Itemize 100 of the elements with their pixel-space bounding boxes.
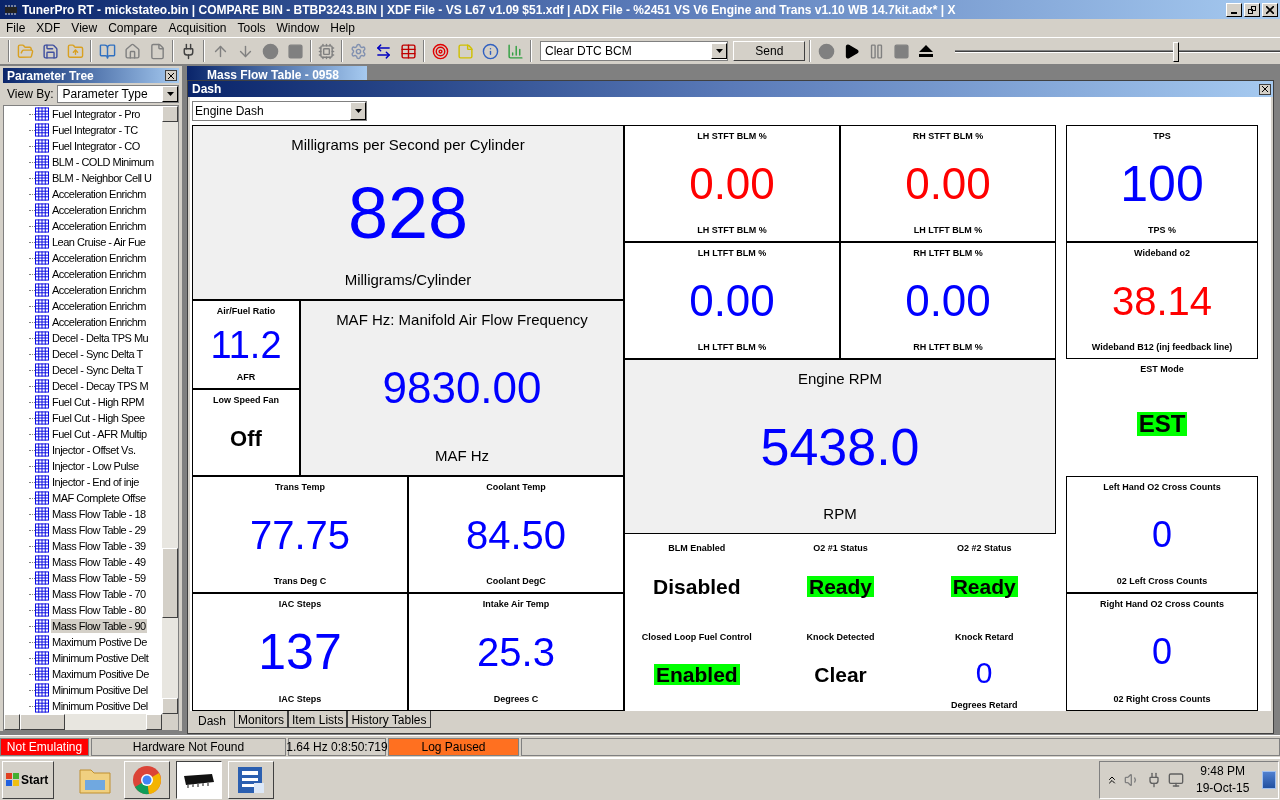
tree-item[interactable]: Minimum Positive Del	[51, 699, 149, 713]
gauge-units: MAF Hz	[434, 445, 490, 466]
tab[interactable]: Item Lists	[288, 711, 348, 728]
caret-icon	[716, 49, 723, 53]
tree-item[interactable]: Maximum Positive De	[51, 667, 150, 681]
tree-item[interactable]: Acceleration Enrichm	[51, 267, 147, 281]
close-button[interactable]	[1259, 83, 1271, 95]
browser-taskbar-icon[interactable]	[124, 760, 170, 799]
tree-item[interactable]: Fuel Cut - AFR Multip	[51, 427, 148, 441]
command-dropdown[interactable]: Clear DTC BCM	[540, 41, 729, 61]
tree-item[interactable]: Mass Flow Table - 80	[51, 603, 147, 617]
table-icon	[35, 635, 49, 649]
tree-item[interactable]: Fuel Integrator - TC	[51, 123, 139, 137]
tree-item[interactable]: Lean Cruise - Air Fue	[51, 235, 147, 249]
slider-thumb[interactable]	[1173, 41, 1180, 62]
send-button[interactable]: Send	[733, 41, 806, 61]
tree-item[interactable]: Injector - Offset Vs.	[51, 443, 137, 457]
tree-item[interactable]: Minimum Positive Del	[51, 683, 149, 697]
gauge-value: 137	[257, 627, 343, 677]
table-icon	[35, 347, 49, 361]
chip-taskbar-icon[interactable]	[176, 760, 222, 799]
tree-item[interactable]: Injector - End of inje	[51, 475, 140, 489]
tree-item[interactable]: Decel - Decay TPS M	[51, 379, 150, 393]
tree-item[interactable]: Acceleration Enrichm	[51, 299, 147, 313]
tree-item[interactable]: Fuel Integrator - CO	[51, 139, 141, 153]
close-icon	[1266, 5, 1274, 14]
tree-item[interactable]: Decel - Delta TPS Mu	[51, 331, 150, 345]
tree-item[interactable]: Fuel Cut - High RPM	[51, 395, 145, 409]
gauge-units: IAC Steps	[278, 692, 322, 706]
tree-item[interactable]: Minimum Postive Delt	[51, 651, 150, 665]
gauge-value: 0	[1151, 516, 1173, 553]
minimize-icon	[1231, 11, 1237, 14]
menu-item[interactable]: Help	[330, 19, 355, 37]
network-icon[interactable]	[1168, 771, 1184, 788]
tree-item[interactable]: BLM - COLD Minimum	[51, 155, 155, 169]
tree-item[interactable]: Acceleration Enrichm	[51, 219, 147, 233]
power-icon[interactable]	[1146, 771, 1162, 788]
gauge-units: Degrees C	[493, 692, 539, 706]
gauge-units: LH STFT BLM %	[697, 223, 767, 237]
menu-item[interactable]: Window	[276, 19, 320, 37]
table-icon	[35, 491, 49, 505]
tree-item[interactable]: Mass Flow Table - 29	[51, 523, 147, 537]
start-button[interactable]: Start	[2, 760, 54, 799]
table-icon	[35, 459, 49, 473]
caret-icon	[354, 109, 362, 113]
status-title: O2 #1 Status	[813, 542, 868, 555]
tree-item[interactable]: Mass Flow Table - 90	[51, 619, 147, 633]
layout-dropdown[interactable]: Engine Dash	[192, 101, 367, 121]
show-desktop-button[interactable]	[1262, 770, 1276, 789]
menu-item[interactable]: Acquisition	[168, 19, 227, 37]
table-icon	[35, 395, 49, 409]
view-by-label: View By:	[6, 86, 54, 103]
tree-item[interactable]: Decel - Sync Delta T	[51, 363, 144, 377]
window-title: TunerPro RT - mickstateo.bin | COMPARE BIN - BTBP3243.BIN | XDF File - VS L67 v1.09 $51.xdf | ADX File - %2451 VS V6 Engine and Trans v1.10 WB 14.7kit.adx* | X	[22, 1, 957, 19]
tab[interactable]: History Tables	[347, 711, 431, 728]
table-icon	[35, 603, 49, 617]
vertical-scrollbar[interactable]	[162, 106, 178, 714]
tree-item[interactable]: Mass Flow Table - 59	[51, 571, 147, 585]
tree-item[interactable]: Injector - Low Pulse	[51, 459, 140, 473]
document-taskbar-icon[interactable]	[228, 760, 274, 799]
gauge-title: Engine RPM	[797, 369, 883, 389]
tree-item[interactable]: Decel - Sync Delta T	[51, 347, 144, 361]
gauge-title: Air/Fuel Ratio	[216, 305, 276, 318]
view-by-dropdown[interactable]: Parameter Type	[57, 85, 179, 103]
background-window-tab[interactable]: Mass Flow Table - 0958	[187, 66, 367, 80]
tree-item[interactable]: Mass Flow Table - 18	[51, 507, 147, 521]
gauge-units: LH LTFT BLM %	[913, 223, 983, 237]
table-icon	[35, 475, 49, 489]
tree-item[interactable]: Maximum Postive De	[51, 635, 148, 649]
gauge-value: 0.00	[904, 161, 992, 206]
status-value: Disabled	[652, 575, 742, 597]
tree-item[interactable]: Acceleration Enrichm	[51, 251, 147, 265]
gauge-title: Intake Air Temp	[482, 598, 550, 611]
horizontal-scrollbar[interactable]	[4, 714, 178, 730]
menu-item[interactable]: Compare	[108, 19, 158, 37]
tree-item[interactable]: MAF Complete Offse	[51, 491, 147, 505]
gauge-title: EST Mode	[1140, 363, 1184, 376]
tree-item[interactable]: Acceleration Enrichm	[51, 187, 147, 201]
tree-item[interactable]: Mass Flow Table - 70	[51, 587, 147, 601]
menu-item[interactable]: View	[71, 19, 98, 37]
dash-title: Dash	[192, 81, 222, 98]
menu-item[interactable]: XDF	[36, 19, 61, 37]
tree-item[interactable]: BLM - Neighbor Cell U	[51, 171, 153, 185]
minimize-button[interactable]	[1226, 2, 1242, 17]
menu-item[interactable]: Tools	[237, 19, 266, 37]
tab[interactable]: Monitors	[234, 711, 289, 728]
tree-item[interactable]: Fuel Cut - High Spee	[51, 411, 146, 425]
tree-item[interactable]: Fuel Integrator - Pro	[51, 107, 141, 121]
tree-item[interactable]: Acceleration Enrichm	[51, 315, 147, 329]
status-segment: 1.64 Hz 0:8:50:719	[288, 737, 386, 756]
table-icon	[35, 619, 49, 633]
status-value: 0	[974, 657, 994, 688]
table-icon	[35, 171, 49, 185]
menu-item[interactable]: File	[6, 19, 26, 37]
tree-item[interactable]: Mass Flow Table - 49	[51, 555, 147, 569]
tree-item[interactable]: Acceleration Enrichm	[51, 283, 147, 297]
restore-button[interactable]	[1244, 2, 1260, 17]
close-button[interactable]	[165, 70, 177, 81]
tree-item[interactable]: Mass Flow Table - 39	[51, 539, 147, 553]
tree-item[interactable]: Acceleration Enrichm	[51, 203, 147, 217]
